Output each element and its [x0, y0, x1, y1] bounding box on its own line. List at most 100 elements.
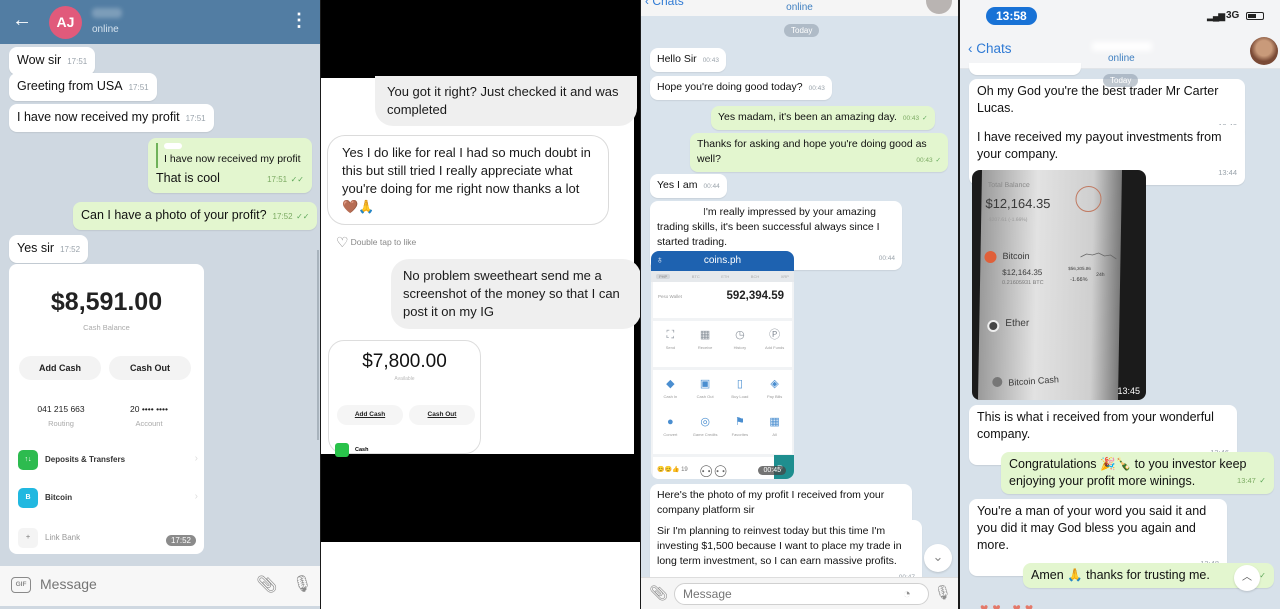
heart-icon[interactable]: ♡	[336, 234, 349, 250]
reaction-hearts: ♥♥ ♥♥	[980, 600, 1038, 609]
cash-out-button: Cash Out	[109, 356, 191, 380]
gif-icon[interactable]: GIF	[11, 577, 31, 593]
scrollbar[interactable]	[317, 250, 319, 440]
sticker-icon[interactable]: ◔	[903, 586, 911, 601]
all-tile: ▦ All	[757, 412, 792, 450]
message-input[interactable]	[674, 583, 929, 605]
account-label: Account	[135, 419, 163, 428]
tile-label: All	[772, 432, 777, 437]
cash-row: Cash	[335, 441, 368, 459]
contact-status: online	[92, 24, 119, 35]
peso-icon: Ⓟ	[769, 329, 781, 341]
game-credits-tile: ◎ Game Credits	[688, 412, 723, 450]
back-label: Chats	[976, 41, 1012, 56]
receive-tile: ▦ Receive	[688, 325, 723, 363]
microphone-icon[interactable]: 🎙︎	[934, 584, 952, 601]
message-text: Hello Sir	[657, 53, 697, 65]
message-text: Hope you're doing good today?	[657, 81, 803, 93]
message-incoming: Yes sir 17:52	[9, 235, 89, 263]
balance-change: -$207.61 (-1.66%)	[987, 217, 1028, 223]
contact-avatar[interactable]	[1250, 37, 1278, 65]
message-time: 00:45	[758, 466, 786, 475]
contact-avatar[interactable]: AJ	[49, 6, 82, 39]
tile-label: Add Funds	[764, 345, 785, 350]
check-icon: ✓	[1259, 571, 1266, 580]
telegram-chat-panel-4: 13:58 ▂▄▆ 3G ‹ Chats online Today Oh my …	[960, 0, 1280, 609]
coins-ph-screenshot-message[interactable]: ♁ coins.ph PHP BTC ETH BCH XRP Peso Walle…	[651, 251, 794, 479]
contact-name-redacted	[1092, 42, 1152, 51]
ios-status-bar: 13:58 ▂▄▆ 3G	[960, 0, 1280, 35]
phone-screen-photo: Total Balance $12,164.35 -$207.61 (-1.66…	[977, 170, 1123, 400]
message-text: Yes I am	[657, 179, 698, 191]
message-text: Wow sir	[17, 53, 62, 67]
services-grid: ◆ Cash In ▣ Cash Out ▯ Buy Load ◈ Pay Bills …	[653, 370, 792, 454]
routing-label: Routing	[48, 419, 74, 428]
people-icon: ⚇⚇	[699, 464, 728, 479]
favorites-tile: ⚑ Favorites	[723, 412, 758, 450]
message-time: 00:43	[916, 157, 933, 164]
message-text: I have now received my profit	[17, 110, 180, 124]
price-sparkline	[1080, 252, 1117, 260]
message-text: Yes madam, it's been an amazing day.	[718, 111, 897, 123]
account-number: 20 •••• ••••	[130, 404, 168, 414]
message-outgoing: You got it right? Just checked it and wa…	[375, 76, 637, 126]
routing-number: 041 215 663	[37, 404, 85, 414]
coins-logo-icon: ♁	[656, 255, 664, 266]
message-time: 00:43	[902, 115, 920, 122]
cash-icon	[335, 442, 349, 457]
tab-eth: ETH	[721, 274, 730, 279]
message-outgoing: Congratulations 🎉🍾 to you investor keep …	[1001, 452, 1274, 494]
message-input[interactable]	[40, 576, 220, 592]
tile-label: Game Credits	[692, 432, 718, 437]
chat-header: ← AJ online ⋮	[0, 0, 320, 44]
tile-label: Cash In	[663, 394, 678, 399]
kebab-menu-icon[interactable]: ⋮	[290, 10, 308, 31]
asset-change: -1.66%	[1070, 277, 1088, 283]
signal-icon: ▂▄▆	[1207, 11, 1225, 21]
message-incoming: Greeting from USA 17:51	[9, 73, 157, 101]
crypto-wallet-photo-message[interactable]: Total Balance $12,164.35 -$207.61 (-1.66…	[972, 170, 1146, 400]
message-reactions[interactable]: 😊😊👍 19	[657, 466, 688, 473]
grid-icon: ▦	[769, 416, 780, 428]
message-incoming-partial	[969, 63, 1081, 75]
date-pill: Today	[1103, 74, 1139, 87]
quoted-message[interactable]: I have now received my profit	[156, 143, 304, 168]
message-text: You're a man of your word you said it an…	[977, 504, 1207, 552]
cash-app-screenshot-message[interactable]: $8,591.00 Cash Balance Add Cash Cash Out…	[9, 264, 204, 554]
blank-area	[321, 542, 640, 609]
cash-in-tile: ◆ Cash In	[653, 374, 688, 412]
bill-icon: ◈	[770, 378, 779, 390]
chevron-right-icon: ›	[194, 491, 198, 502]
total-balance-label: Total Balance	[987, 182, 1030, 189]
quoted-text: I have now received my profit	[164, 153, 301, 165]
paperclip-icon[interactable]: 📎︎	[256, 575, 278, 595]
chevron-up-icon: ︿	[1242, 572, 1252, 583]
chevron-down-icon: ⌄	[932, 549, 944, 564]
back-arrow-icon[interactable]: ←	[12, 9, 32, 32]
microphone-icon[interactable]: 🎙︎	[292, 574, 312, 594]
paperclip-icon[interactable]: 📎︎	[649, 584, 668, 602]
message-input-bar: GIF 📎︎ 🎙︎	[0, 566, 320, 606]
message-outgoing-reply: I have now received my profit That is co…	[148, 138, 312, 193]
cash-app-screenshot-message[interactable]: $7,800.00 Available Add Cash Cash Out Ca…	[328, 340, 481, 457]
cash-balance-label: Cash Balance	[83, 323, 130, 332]
message-incoming: Hope you're doing good today? 00:43	[650, 76, 832, 100]
message-text: I have received my payout investments fr…	[977, 130, 1222, 161]
brand-name: coins.ph	[703, 255, 742, 266]
message-incoming: I have now received my profit 17:51	[9, 104, 214, 132]
message-text: Can I have a photo of your profit?	[81, 208, 267, 222]
tile-label: History	[733, 345, 747, 350]
deposits-transfers-row: ↑↓ Deposits & Transfers ›	[18, 450, 198, 472]
history-tile: ◷ History	[723, 325, 758, 363]
message-outgoing: Thanks for asking and hope you're doing …	[690, 133, 948, 172]
back-to-chats-link[interactable]: ‹ Chats	[968, 41, 1012, 56]
asset-name: Bitcoin Cash	[1008, 374, 1060, 388]
double-tap-to-like[interactable]: ♡ Double tap to like	[336, 234, 416, 251]
scroll-to-bottom-button[interactable]: ⌄	[924, 544, 952, 572]
message-time: 00:43	[808, 85, 825, 92]
cash-balance-amount: $8,591.00	[50, 288, 163, 316]
scroll-up-button[interactable]: ︿	[1234, 565, 1260, 591]
message-time: 17:51	[128, 83, 149, 92]
message-time: 17:52	[60, 245, 81, 254]
bitcoin-row: B Bitcoin ›	[18, 488, 198, 510]
